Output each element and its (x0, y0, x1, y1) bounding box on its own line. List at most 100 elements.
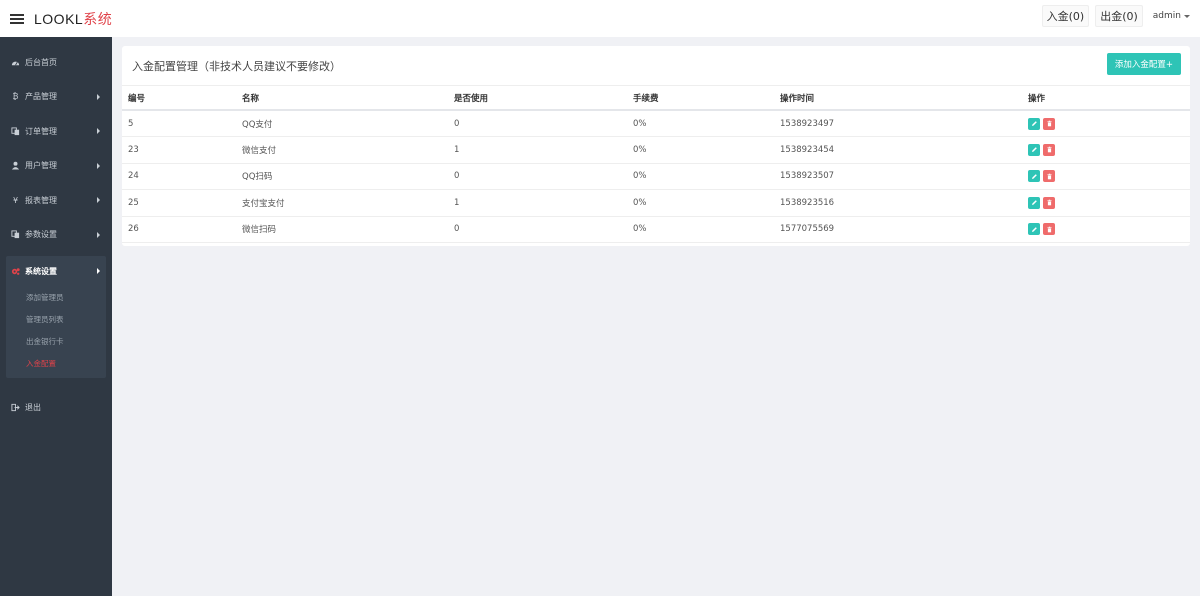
cell-time: 1577075569 (774, 216, 1022, 243)
page-title: 入金配置管理（非技术人员建议不要修改） (132, 60, 341, 73)
yen-icon: ¥ (12, 195, 19, 205)
trash-icon (1046, 199, 1052, 206)
chevron-right-icon (97, 268, 100, 274)
pencil-icon (1031, 147, 1037, 153)
sidebar-item-reports[interactable]: ¥ 报表管理 (0, 183, 112, 218)
cell-actions (1022, 216, 1190, 243)
delete-button[interactable] (1043, 170, 1055, 183)
sidebar-item-logout[interactable]: 退出 (0, 390, 112, 425)
chevron-right-icon (97, 231, 100, 238)
trash-icon (1046, 226, 1052, 233)
cell-id: 25 (122, 189, 236, 217)
cell-name: QQ支付 (236, 110, 448, 137)
cell-fee: 0% (627, 110, 774, 137)
withdraw-button[interactable]: 出金(0) (1095, 5, 1143, 27)
cell-id: 26 (122, 216, 236, 243)
trash-icon (1046, 173, 1052, 180)
table-header-row: 编号 名称 是否使用 手续费 操作时间 操作 (122, 86, 1190, 111)
cell-used: 0 (448, 110, 627, 137)
cell-id: 23 (122, 136, 236, 164)
deposit-button[interactable]: 入金(0) (1041, 5, 1090, 27)
add-deposit-config-button[interactable]: 添加入金配置+ (1106, 53, 1181, 75)
menu-toggle-icon[interactable] (10, 13, 24, 24)
brand-main: LOOKL (34, 10, 84, 27)
sidebar-subitem-withdraw-bank[interactable]: 出金银行卡 (6, 330, 106, 352)
edit-button[interactable] (1028, 196, 1040, 209)
sidebar-item-dashboard[interactable]: 后台首页 (0, 45, 112, 80)
cell-actions (1022, 110, 1190, 137)
deposit-config-panel: 入金配置管理（非技术人员建议不要修改） 添加入金配置+ 编号 名称 是否使用 手… (122, 46, 1190, 246)
dashboard-icon (11, 58, 20, 67)
table-row: 25 支付宝支付 1 0% 1538923516 (122, 189, 1190, 217)
cell-used: 0 (448, 163, 627, 190)
column-header-fee: 手续费 (627, 86, 774, 111)
sidebar-item-label: 退出 (25, 402, 41, 412)
column-header-actions: 操作 (1022, 86, 1190, 111)
cell-name: QQ扫码 (236, 163, 448, 190)
cell-fee: 0% (627, 136, 774, 164)
copy-icon (11, 127, 20, 136)
column-header-used: 是否使用 (448, 86, 627, 111)
cell-actions (1022, 136, 1190, 164)
table-row: 23 微信支付 1 0% 1538923454 (122, 136, 1190, 164)
pencil-icon (1031, 226, 1037, 232)
cell-used: 0 (448, 216, 627, 243)
sidebar-item-label: 订单管理 (25, 126, 57, 136)
trash-icon (1046, 146, 1052, 153)
delete-button[interactable] (1043, 117, 1055, 130)
cell-time: 1538923516 (774, 189, 1022, 217)
edit-button[interactable] (1028, 223, 1040, 236)
column-header-time: 操作时间 (774, 86, 1022, 111)
edit-button[interactable] (1028, 117, 1040, 130)
cell-used: 1 (448, 136, 627, 164)
table-row: 24 QQ扫码 0 0% 1538923507 (122, 163, 1190, 190)
brand-sub: 系统 (83, 10, 113, 27)
user-name: admin (1152, 11, 1181, 21)
sidebar-item-users[interactable]: 用户管理 (0, 149, 112, 184)
edit-button[interactable] (1028, 170, 1040, 183)
delete-button[interactable] (1043, 196, 1055, 209)
caret-down-icon (1184, 14, 1190, 18)
brand-logo: LOOKL系统 (34, 9, 112, 29)
cell-actions (1022, 189, 1190, 217)
chevron-right-icon (97, 162, 100, 169)
top-right-actions: 入金(0) 出金(0) admin (1041, 5, 1194, 27)
pencil-icon (1031, 121, 1037, 126)
sidebar-subitem-add-admin[interactable]: 添加管理员 (6, 286, 106, 308)
column-header-id: 编号 (122, 86, 236, 111)
cogs-icon (11, 267, 20, 276)
user-icon (11, 161, 20, 170)
sidebar-subitem-admin-list[interactable]: 管理员列表 (6, 308, 106, 330)
chevron-right-icon (97, 93, 100, 100)
trash-icon (1046, 120, 1052, 127)
sidebar-subitem-deposit-config[interactable]: 入金配置 (6, 352, 106, 374)
delete-button[interactable] (1043, 223, 1055, 236)
user-menu[interactable]: admin (1149, 11, 1194, 21)
cell-fee: 0% (627, 163, 774, 190)
cell-fee: 0% (627, 189, 774, 217)
cell-id: 24 (122, 163, 236, 190)
sidebar-item-label: 用户管理 (25, 161, 57, 171)
sidebar-item-orders[interactable]: 订单管理 (0, 114, 112, 149)
chevron-right-icon (97, 197, 100, 204)
sidebar-item-label: 报表管理 (25, 195, 57, 205)
table-row: 5 QQ支付 0 0% 1538923497 (122, 110, 1190, 137)
panel-header: 入金配置管理（非技术人员建议不要修改） 添加入金配置+ (122, 46, 1190, 86)
cell-time: 1538923497 (774, 110, 1022, 137)
table-row: 26 微信扫码 0 0% 1577075569 (122, 216, 1190, 243)
cell-id: 5 (122, 110, 236, 137)
sidebar-item-label: 后台首页 (25, 57, 57, 67)
copy-icon (11, 230, 20, 239)
delete-button[interactable] (1043, 143, 1055, 156)
sidebar-item-products[interactable]: ₿ 产品管理 (0, 80, 112, 115)
sidebar-item-system-settings[interactable]: 系统设置 (6, 256, 106, 286)
sign-out-icon (11, 403, 20, 412)
sidebar-item-params[interactable]: 参数设置 (0, 218, 112, 253)
pencil-icon (1031, 200, 1037, 206)
edit-button[interactable] (1028, 143, 1040, 156)
cell-actions (1022, 163, 1190, 190)
cell-fee: 0% (627, 216, 774, 243)
sidebar: 后台首页 ₿ 产品管理 订单管理 用户管理 ¥ 报表管理 参数设置 系统设置 添… (0, 37, 112, 596)
cell-name: 微信支付 (236, 136, 448, 164)
cell-name: 支付宝支付 (236, 189, 448, 217)
